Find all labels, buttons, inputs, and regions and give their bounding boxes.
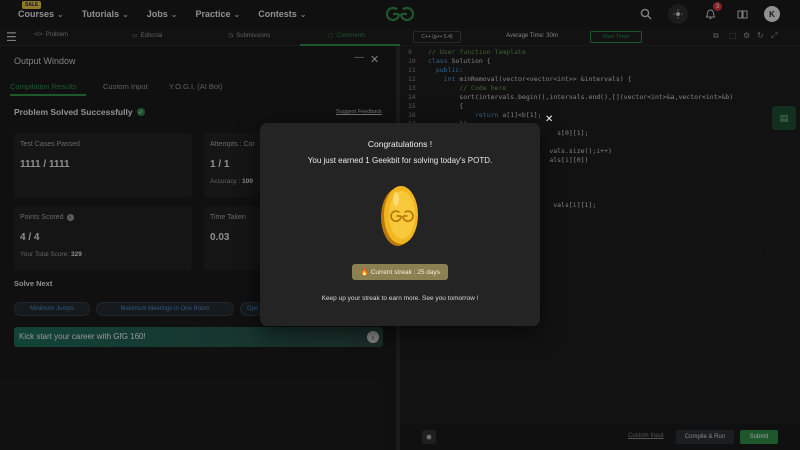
modal-subtitle: You just earned 1 Geekbit for solving to… xyxy=(307,156,493,165)
potd-congrats-modal: ✕ Congratulations ! You just earned 1 Ge… xyxy=(260,114,553,326)
streak-badge: 🔥 Current streak : 25 days xyxy=(352,264,448,280)
fire-icon: 🔥 xyxy=(359,269,369,276)
close-icon[interactable]: ✕ xyxy=(545,114,553,125)
modal-footer-text: Keep up your streak to earn more. See yo… xyxy=(321,295,479,302)
streak-text: Current streak : 25 days xyxy=(370,268,441,276)
geekbit-coin-icon xyxy=(381,186,418,246)
modal-title: Congratulations ! xyxy=(367,139,433,149)
